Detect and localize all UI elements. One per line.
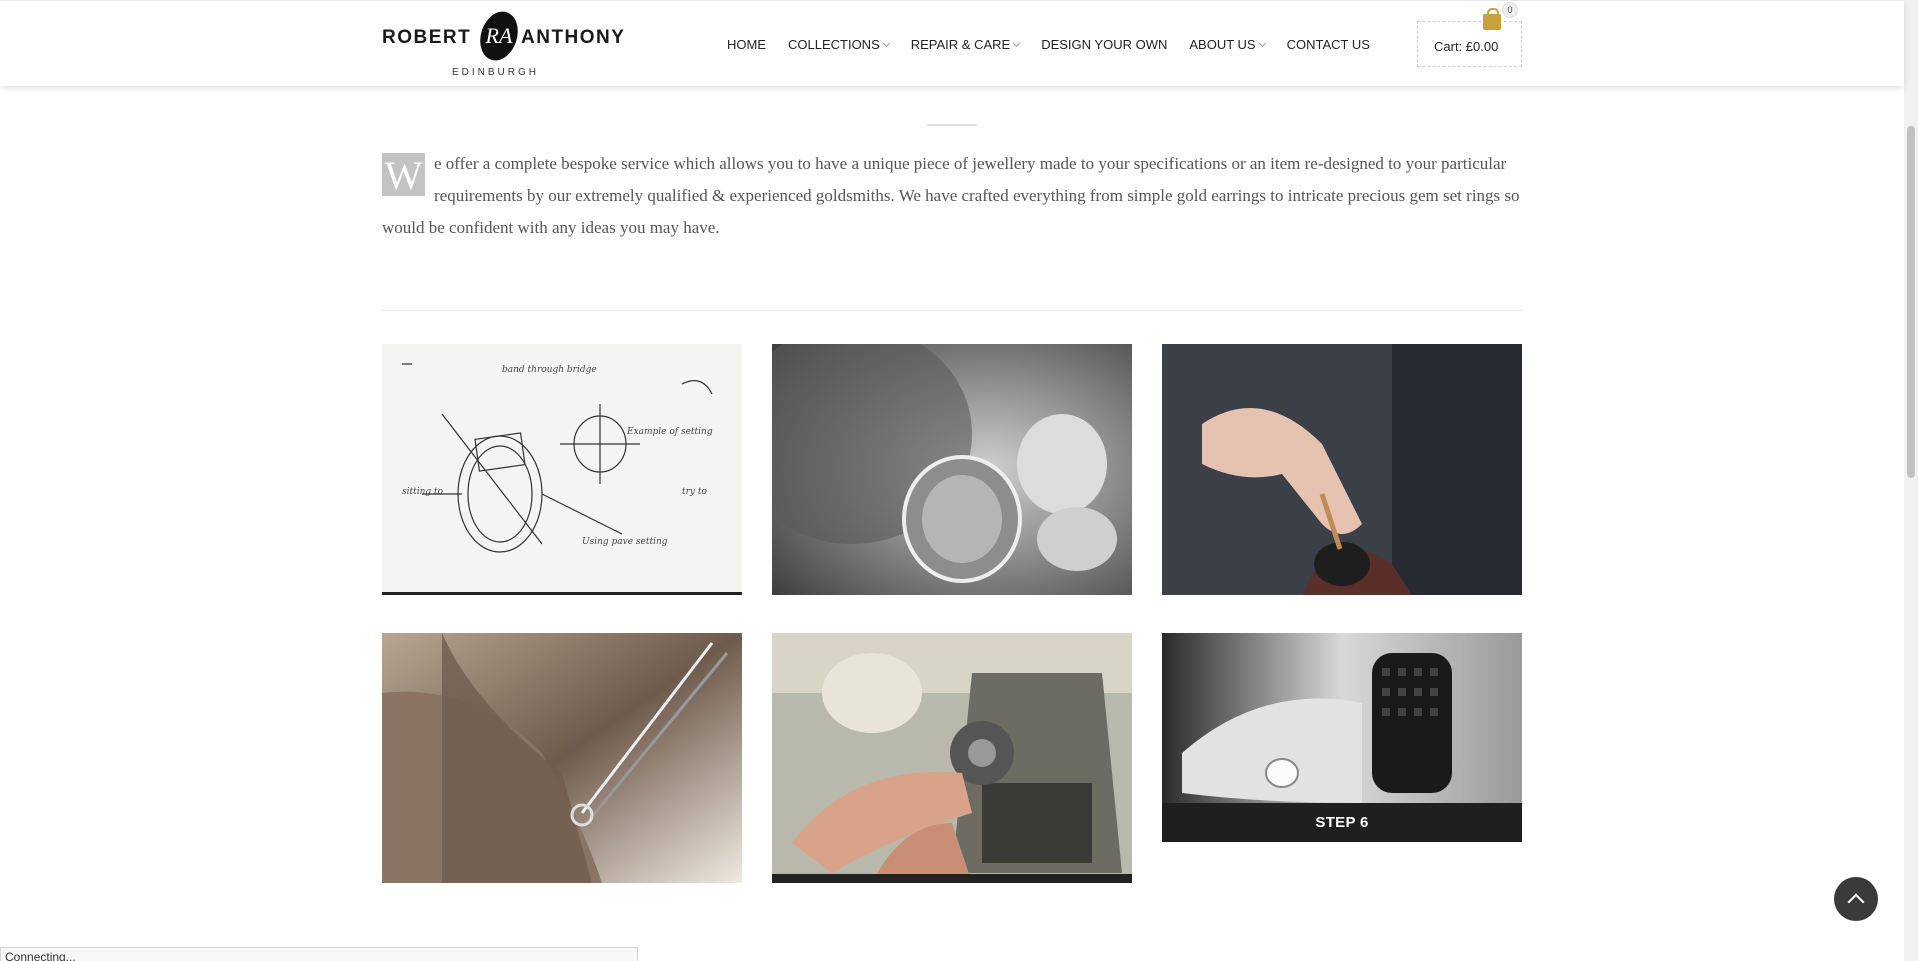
- nav-item-home[interactable]: HOME: [727, 37, 766, 52]
- chevron-down-icon: [882, 39, 890, 47]
- heading-underline: [927, 124, 977, 126]
- page-scrollbar[interactable]: [1904, 0, 1918, 961]
- main-nav: HOME COLLECTIONS REPAIR & CARE DESIGN YO…: [727, 37, 1392, 52]
- logo-monogram: RA: [474, 6, 524, 66]
- browser-status-bar: Connecting...: [0, 947, 638, 961]
- step-tile-4[interactable]: [382, 633, 742, 883]
- step-tile-2[interactable]: [772, 344, 1132, 595]
- shopping-bag-icon: [1483, 8, 1501, 30]
- scrollbar-thumb[interactable]: [1907, 126, 1915, 478]
- logo-monogram-text: RA: [485, 23, 513, 48]
- svg-text:try to: try to: [682, 487, 707, 497]
- nav-item-label: CONTACT US: [1286, 37, 1370, 52]
- nav-item-label: HOME: [727, 37, 766, 52]
- site-logo[interactable]: ROBERT RA ANTHONY EDINBURGH: [382, 6, 632, 79]
- step-image-stone-setting: [1162, 344, 1522, 595]
- nav-item-label: ABOUT US: [1189, 37, 1256, 52]
- cart-count-badge: 0: [1502, 2, 1518, 18]
- nav-item-design-your-own[interactable]: DESIGN YOUR OWN: [1041, 37, 1167, 52]
- nav-item-label: COLLECTIONS: [788, 37, 880, 52]
- cart-label: Cart: £0.00: [1434, 39, 1499, 54]
- svg-text:band through bridge: band through bridge: [502, 365, 597, 375]
- back-to-top-button[interactable]: [1834, 877, 1878, 921]
- nav-item-contact-us[interactable]: CONTACT US: [1287, 37, 1370, 52]
- svg-text:Using pave setting: Using pave setting: [582, 537, 668, 547]
- step-image-polishing: [772, 633, 1132, 883]
- logo-city: EDINBURGH: [452, 67, 540, 78]
- nav-item-label: DESIGN YOUR OWN: [1041, 37, 1168, 52]
- logo-text-anthony: ANTHONY: [521, 27, 626, 48]
- step-caption: STEP 6: [1162, 803, 1522, 842]
- step-tile-6[interactable]: STEP 6: [1162, 633, 1522, 842]
- nav-item-repair-care[interactable]: REPAIR & CARE: [910, 37, 1021, 52]
- svg-text:sitting to: sitting to: [402, 487, 444, 497]
- dropcap: W: [382, 153, 425, 198]
- site-header: ROBERT RA ANTHONY EDINBURGH HOME COLLECT…: [0, 0, 1904, 86]
- svg-text:Example of setting: Example of setting: [626, 427, 713, 437]
- chevron-down-icon: [1258, 39, 1266, 47]
- step-image-sketch: band through bridge Example of setting s…: [382, 344, 742, 595]
- section-divider: [382, 310, 1522, 311]
- nav-item-about-us[interactable]: ABOUT US: [1189, 37, 1266, 52]
- step-tile-3[interactable]: [1162, 344, 1522, 595]
- chevron-down-icon: [1013, 39, 1021, 47]
- intro-text: e offer a complete bespoke service which…: [382, 154, 1520, 237]
- step-image-tweezers: [382, 633, 742, 883]
- step-tile-1[interactable]: band through bridge Example of setting s…: [382, 344, 742, 595]
- cart-button[interactable]: 0 Cart: £0.00: [1417, 2, 1522, 67]
- step-tile-5[interactable]: [772, 633, 1132, 883]
- nav-item-label: REPAIR & CARE: [910, 37, 1011, 52]
- step-image-loupe: [772, 344, 1132, 595]
- intro-paragraph: W e offer a complete bespoke service whi…: [382, 148, 1522, 244]
- logo-text-robert: ROBERT: [382, 27, 472, 48]
- nav-item-collections[interactable]: COLLECTIONS: [788, 37, 890, 52]
